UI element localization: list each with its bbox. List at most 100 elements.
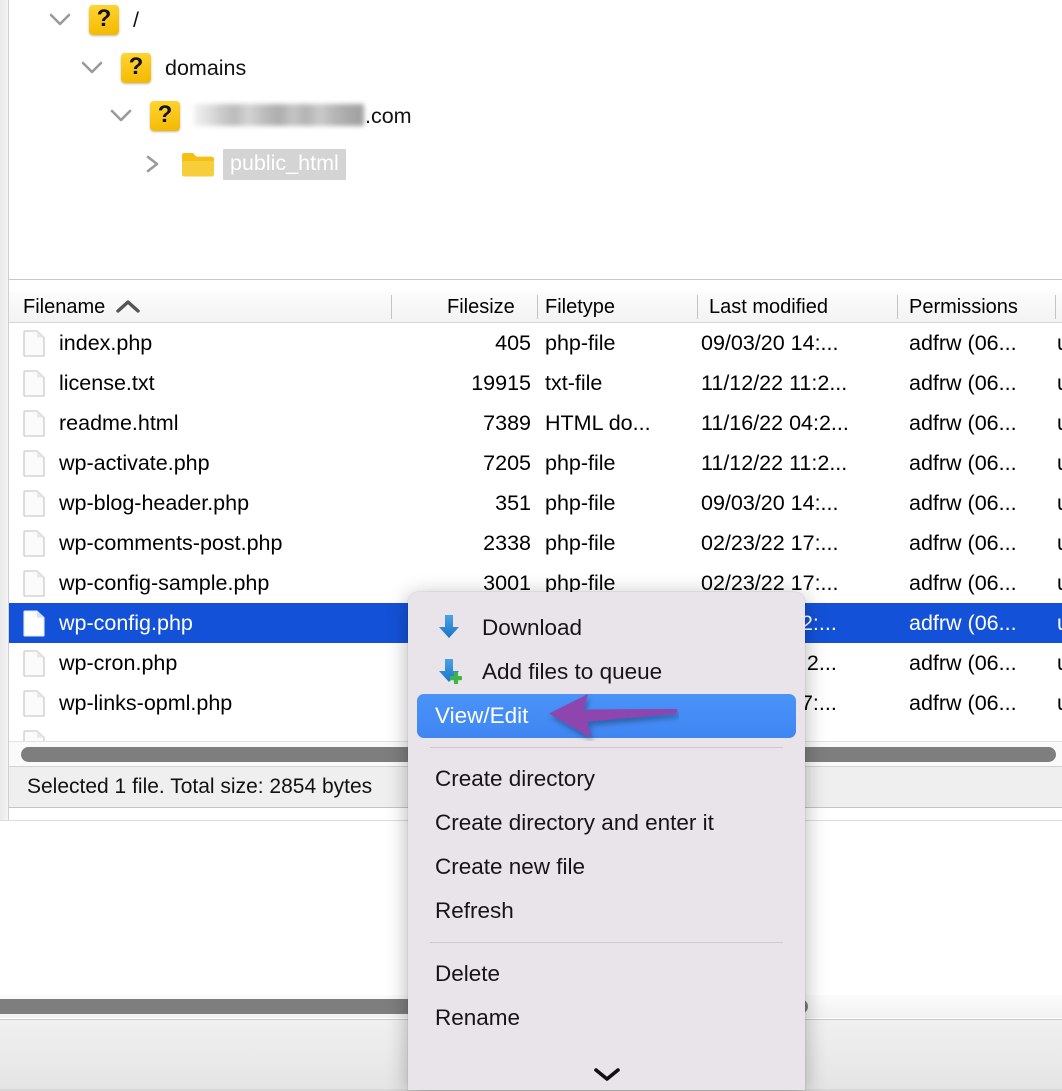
table-row[interactable]: index.php 405 php-file 09/03/20 14:... adfrw… (9, 323, 1062, 363)
file-icon (23, 569, 45, 597)
tree-expand-chevron-down-icon[interactable] (106, 101, 136, 131)
tree-item-domain[interactable]: ? .com (9, 92, 1062, 140)
context-menu-scroll-down[interactable] (408, 1064, 805, 1084)
file-icon (23, 329, 45, 357)
tree-item-label: domains (165, 55, 247, 80)
tree-expand-chevron-down-icon[interactable] (77, 53, 107, 83)
table-row[interactable]: wp-comments-post.php 2338 php-file 02/23/22… (9, 523, 1062, 563)
cell-permissions: adfrw (06... (909, 643, 1017, 683)
cell-permissions: adfrw (06... (909, 683, 1017, 723)
cell-filesize: 7205 (391, 443, 531, 483)
context-menu-item-refresh[interactable]: Refresh (408, 889, 805, 933)
context-menu-item-download[interactable]: Download (408, 606, 805, 650)
redacted-domain-block (194, 103, 364, 126)
cell-permissions: adfrw (06... (909, 603, 1017, 643)
cell-filetype-text: HTML do... (545, 410, 651, 435)
cell-filename-text: index.php (59, 330, 153, 355)
column-header-filetype-label: Filetype (545, 295, 616, 318)
column-header-filename-label: Filename (23, 295, 106, 318)
cell-filetype: php-file (545, 523, 616, 563)
cell-owner: u (1057, 443, 1062, 483)
cell-last-modified: 11/16/22 04:2... (701, 403, 849, 443)
cell-filetype-text: txt-file (545, 370, 603, 395)
context-menu-item-delete[interactable]: Delete (408, 952, 805, 996)
cell-filetype: php-file (545, 323, 616, 363)
cell-last-modified-text: 09/03/20 14:... (701, 490, 839, 515)
cell-permissions: adfrw (06... (909, 443, 1017, 483)
context-menu-item-label: Create directory and enter it (435, 810, 714, 835)
tree-item-label: / (133, 7, 139, 32)
context-menu-item-label: Add files to queue (482, 659, 663, 684)
cell-filename-text: wp-comments-post.php (59, 530, 283, 555)
column-divider-2[interactable] (537, 295, 538, 319)
cell-last-modified: 02/23/22 17:... (701, 523, 838, 563)
file-icon (23, 489, 45, 517)
cell-permissions-text: adfrw (06... (909, 370, 1017, 395)
table-row[interactable]: wp-activate.php 7205 php-file 11/12/22 11:2… (9, 443, 1062, 483)
cell-permissions: adfrw (06... (909, 323, 1017, 363)
cell-filetype-text: php-file (545, 450, 616, 475)
context-menu-item-create-directory[interactable]: Create directory (408, 757, 805, 801)
tree-expand-chevron-down-icon[interactable] (45, 5, 75, 35)
column-divider-1[interactable] (391, 295, 392, 319)
tree-item-public-html[interactable]: public_html (9, 140, 1062, 188)
table-row[interactable]: readme.html 7389 HTML do... 11/16/22 04:2..… (9, 403, 1062, 443)
cell-filename-text: wp-blog-header.php (59, 490, 250, 515)
context-menu-item-add-files-to-queue[interactable]: Add files to queue (408, 650, 805, 694)
tree-item-label: public_html (223, 148, 346, 180)
column-header-filesize[interactable]: Filesize (447, 292, 515, 322)
cell-owner-text: u (1057, 691, 1062, 716)
context-menu-item-rename[interactable]: Rename (408, 996, 805, 1040)
cell-last-modified: 11/12/22 11:2... (701, 443, 847, 483)
cell-permissions: adfrw (06... (909, 363, 1017, 403)
column-header-permissions-label: Permissions (909, 295, 1018, 318)
cell-permissions: adfrw (06... (909, 523, 1017, 563)
cell-filename: wp-activate.php (23, 443, 210, 483)
file-icon (23, 649, 45, 677)
tree-item-domains[interactable]: ? domains (9, 44, 1062, 92)
column-header-filename[interactable]: Filename (23, 292, 141, 322)
download-arrow-icon (434, 613, 464, 643)
column-divider-4[interactable] (897, 295, 898, 319)
tree-expand-chevron-right-icon[interactable] (137, 149, 167, 179)
table-row[interactable]: wp-blog-header.php 351 php-file 09/03/20 14… (9, 483, 1062, 523)
remote-directory-tree[interactable]: ? /? domains ? .com public_html (9, 0, 1062, 280)
cell-owner: u (1057, 523, 1062, 563)
table-row[interactable]: license.txt 19915 txt-file 11/12/22 11:2...… (9, 363, 1062, 403)
context-menu-item-create-directory-and-enter-it[interactable]: Create directory and enter it (408, 801, 805, 845)
cell-filename: wp-comments-post.php (23, 523, 282, 563)
context-menu-item-create-new-file[interactable]: Create new file (408, 845, 805, 889)
context-menu-item-label: Download (482, 615, 583, 640)
cell-owner: u (1057, 643, 1062, 683)
cell-filename: wp-blog-header.php (23, 483, 249, 523)
context-menu-item-view-edit[interactable]: View/Edit (417, 694, 796, 738)
file-context-menu[interactable]: Download Add files to queue View/Edit Creat… (408, 592, 805, 1090)
context-menu-separator (430, 747, 783, 748)
column-divider-5[interactable] (1055, 295, 1056, 319)
cell-filetype-text: php-file (545, 490, 616, 515)
cell-filesize-text: 7389 (483, 410, 531, 435)
tree-item-label: .com (194, 103, 412, 129)
column-header-last-modified[interactable]: Last modified (709, 292, 828, 322)
cell-permissions-text: adfrw (06... (909, 490, 1017, 515)
question-mark-icon: ? (121, 53, 151, 83)
chevron-down-icon (593, 1068, 620, 1081)
tree-item--[interactable]: ? / (9, 0, 1062, 44)
column-header-filetype[interactable]: Filetype (545, 292, 615, 322)
cell-filename: wp-config.php (23, 603, 193, 643)
column-header-permissions[interactable]: Permissions (909, 292, 1018, 322)
cell-last-modified-text: 02/23/22 17:... (701, 530, 839, 555)
file-icon (23, 369, 45, 397)
cell-permissions-text: adfrw (06... (909, 410, 1017, 435)
file-icon (23, 689, 45, 717)
cell-filename: wp-config-sample.php (23, 563, 269, 603)
cell-filesize: 351 (391, 483, 531, 523)
window-left-edge (0, 0, 9, 825)
cell-filename: wp-cron.php (23, 643, 177, 683)
cell-last-modified-text: 11/12/22 11:2... (701, 450, 848, 475)
context-menu-item-label: View/Edit (435, 703, 529, 728)
column-divider-3[interactable] (697, 295, 698, 319)
cell-permissions-text: adfrw (06... (909, 650, 1017, 675)
cell-last-modified: 09/03/20 14:... (701, 483, 838, 523)
filezilla-window: ? /? domains ? .com public_html Filename File… (0, 0, 1062, 1091)
